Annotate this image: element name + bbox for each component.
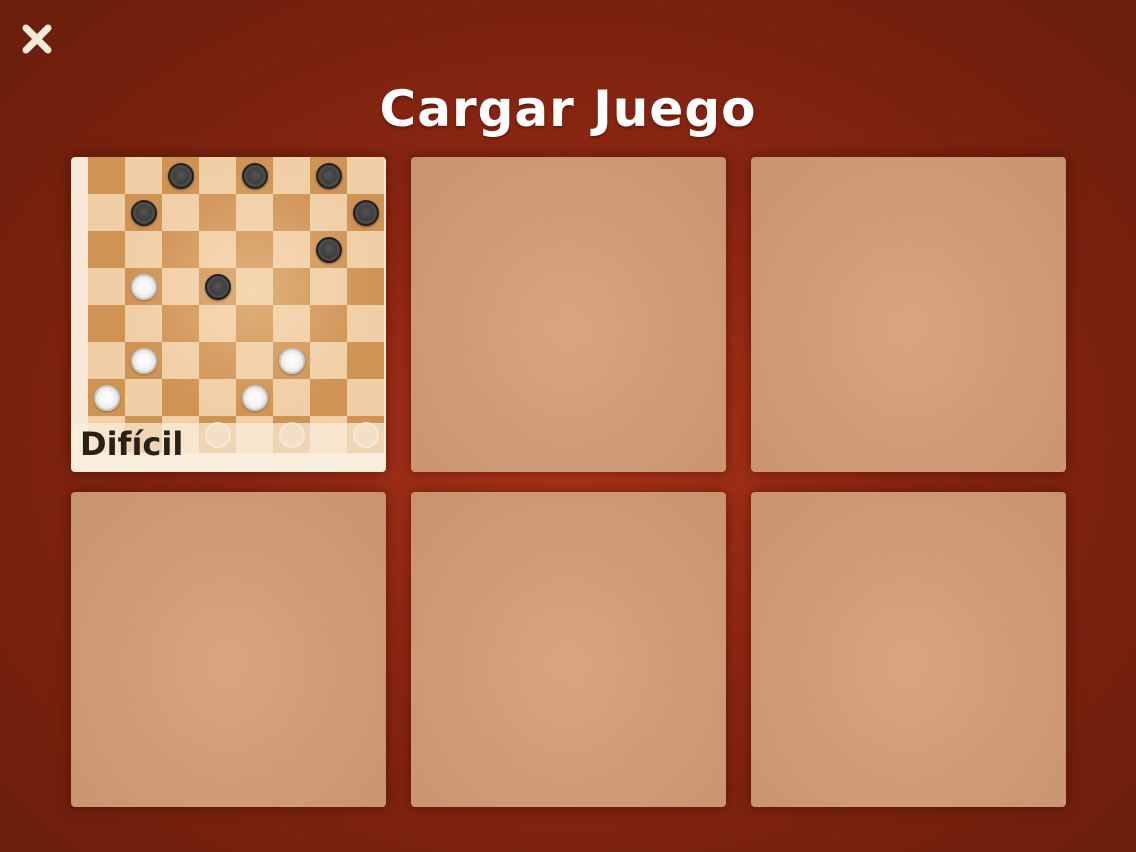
black-piece — [167, 162, 194, 189]
board-square — [310, 342, 347, 379]
board-square — [88, 342, 125, 379]
white-piece — [278, 347, 305, 374]
board-square — [236, 194, 273, 231]
board-square — [88, 157, 125, 194]
board-square — [88, 305, 125, 342]
board-square — [236, 268, 273, 305]
board-square — [310, 194, 347, 231]
board-square — [88, 194, 125, 231]
board-square — [347, 342, 384, 379]
board-square — [162, 231, 199, 268]
board-square — [162, 194, 199, 231]
board-square — [162, 342, 199, 379]
save-slot-2[interactable] — [411, 157, 726, 472]
board-square — [88, 231, 125, 268]
board-square — [310, 268, 347, 305]
white-piece — [93, 384, 120, 411]
black-piece — [315, 236, 342, 263]
board-square — [162, 305, 199, 342]
board-square — [199, 194, 236, 231]
save-slot-1[interactable]: Difícil — [71, 157, 386, 472]
board-square — [347, 157, 384, 194]
save-slot-4[interactable] — [71, 492, 386, 807]
board-square — [125, 305, 162, 342]
board-preview — [88, 157, 386, 455]
board-square — [310, 305, 347, 342]
board-square — [199, 231, 236, 268]
white-piece — [130, 347, 157, 374]
board-square — [310, 379, 347, 416]
board-square — [273, 379, 310, 416]
save-slot-3[interactable] — [751, 157, 1066, 472]
board-square — [273, 157, 310, 194]
board-square — [125, 157, 162, 194]
board-square — [199, 305, 236, 342]
board-square — [125, 231, 162, 268]
board-square — [125, 379, 162, 416]
board-square — [273, 305, 310, 342]
board-square — [88, 268, 125, 305]
black-piece — [241, 162, 268, 189]
save-slot-5[interactable] — [411, 492, 726, 807]
board-square — [347, 231, 384, 268]
white-piece — [241, 384, 268, 411]
black-piece — [352, 199, 379, 226]
black-piece — [204, 273, 231, 300]
board-square — [347, 379, 384, 416]
board-square — [273, 268, 310, 305]
board-square — [236, 231, 273, 268]
slot-label-difficulty: Difícil — [80, 425, 184, 463]
board-square — [162, 379, 199, 416]
board-square — [199, 157, 236, 194]
board-square — [236, 305, 273, 342]
board-square — [273, 231, 310, 268]
white-piece — [130, 273, 157, 300]
board-square — [347, 305, 384, 342]
board-square — [236, 342, 273, 379]
page-title: Cargar Juego — [379, 80, 757, 138]
close-icon — [22, 24, 52, 54]
close-button[interactable] — [18, 20, 56, 58]
board-square — [273, 194, 310, 231]
black-piece — [315, 162, 342, 189]
board-square — [347, 268, 384, 305]
board-square — [199, 379, 236, 416]
black-piece — [130, 199, 157, 226]
board-square — [199, 342, 236, 379]
board-square — [162, 268, 199, 305]
save-slot-6[interactable] — [751, 492, 1066, 807]
